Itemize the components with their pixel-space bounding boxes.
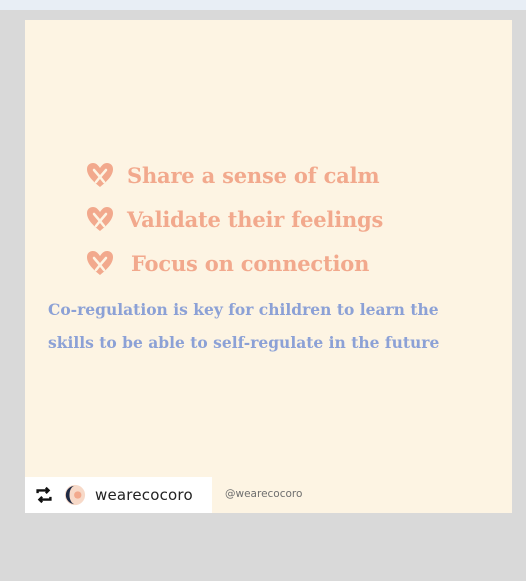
- heart-hug-icon: [87, 163, 113, 187]
- handle-text: @wearecocoro: [225, 488, 303, 500]
- repost-attribution-bar: wearecocoro @wearecocoro: [25, 477, 512, 513]
- list-item: Share a sense of calm: [85, 153, 383, 197]
- bullet-label: Focus on connection: [131, 250, 370, 276]
- bullet-label: Validate their feelings: [127, 206, 384, 232]
- list-item: Focus on connection: [85, 241, 383, 285]
- heart-hug-icon: [87, 251, 113, 275]
- body-paragraph: Co-regulation is key for children to lea…: [48, 300, 440, 352]
- repost-badge[interactable]: wearecocoro: [25, 477, 212, 513]
- avatar: [64, 484, 86, 506]
- bullet-label: Share a sense of calm: [127, 162, 380, 188]
- browser-top-band: [0, 0, 526, 10]
- heart-hug-icon: [87, 207, 113, 231]
- bullet-list: Share a sense of calm Validate their fee…: [85, 153, 383, 285]
- repost-icon: [36, 486, 52, 504]
- list-item: Validate their feelings: [85, 197, 383, 241]
- username-link[interactable]: wearecocoro: [95, 486, 193, 504]
